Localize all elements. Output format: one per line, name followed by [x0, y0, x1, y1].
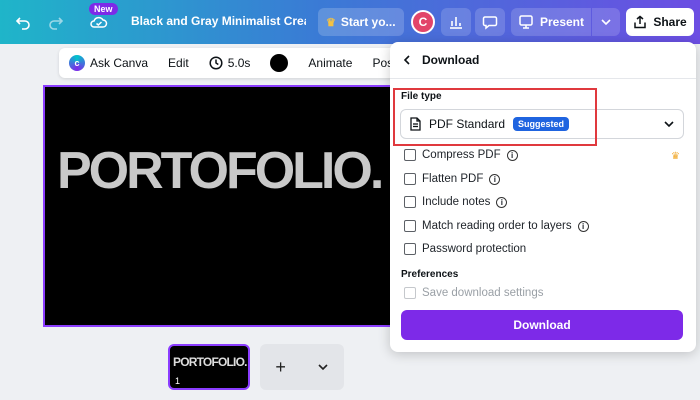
save-settings-label: Save download settings: [422, 287, 544, 299]
new-badge: New: [89, 3, 118, 15]
info-icon[interactable]: i: [496, 196, 508, 208]
compress-pdf-option[interactable]: Compress PDF i: [404, 149, 518, 161]
flatten-pdf-option[interactable]: Flatten PDF i: [404, 173, 501, 185]
avatar[interactable]: C: [411, 10, 435, 34]
bar-chart-icon: [450, 17, 462, 29]
back-arrow-icon[interactable]: [402, 55, 412, 65]
preferences-label: Preferences: [401, 269, 459, 280]
password-option[interactable]: Password protection: [404, 243, 526, 255]
info-icon[interactable]: i: [577, 220, 589, 232]
page-number: 1: [175, 376, 181, 386]
ask-canva-label: Ask Canva: [90, 56, 149, 70]
include-notes-option[interactable]: Include notes i: [404, 196, 508, 208]
download-panel-header[interactable]: Download: [402, 53, 479, 67]
canvas-title-text[interactable]: PORTOFOLIO.: [57, 141, 384, 201]
panel-title: Download: [422, 53, 480, 67]
crown-icon: ♛: [326, 16, 336, 29]
animate-label: Animate: [308, 56, 353, 70]
present-icon: [519, 15, 533, 29]
duration-button[interactable]: 5.0s: [199, 48, 261, 78]
highlight-box: [393, 88, 597, 146]
include-notes-checkbox[interactable]: [404, 196, 416, 208]
color-swatch: [270, 54, 289, 72]
start-trial-label: Start yo...: [340, 15, 396, 29]
edit-label: Edit: [168, 56, 189, 70]
page-thumbnail[interactable]: PORTOFOLIO. 1: [168, 344, 250, 390]
background-color-button[interactable]: [260, 48, 298, 78]
crown-icon: ♛: [671, 151, 680, 162]
reading-order-label: Match reading order to layers: [422, 220, 572, 232]
download-panel: Download File type PDF Standard Suggeste…: [390, 42, 696, 352]
include-notes-label: Include notes: [422, 196, 491, 208]
chevron-down-icon: [664, 121, 674, 128]
clock-icon: [209, 56, 223, 70]
design-canvas[interactable]: PORTOFOLIO.: [43, 85, 407, 327]
animate-button[interactable]: Animate: [298, 48, 362, 78]
ask-canva-button[interactable]: c Ask Canva: [59, 48, 158, 78]
editor-toolbar: c Ask Canva Edit 5.0s Animate Posi: [59, 48, 399, 78]
reading-order-checkbox[interactable]: [404, 220, 416, 232]
redo-icon[interactable]: [45, 11, 67, 33]
info-icon[interactable]: i: [489, 173, 501, 185]
add-page-button[interactable]: +: [260, 344, 344, 390]
comments-button[interactable]: [475, 8, 505, 36]
compress-pdf-checkbox[interactable]: [404, 149, 416, 161]
present-label: Present: [539, 15, 585, 29]
divider: [390, 78, 696, 79]
chevron-down-icon[interactable]: [317, 361, 329, 373]
canva-logo-icon: c: [69, 55, 85, 71]
compress-pdf-label: Compress PDF: [422, 149, 501, 161]
save-settings-checkbox: [404, 287, 416, 299]
info-icon[interactable]: i: [506, 149, 518, 161]
password-label: Password protection: [422, 243, 527, 255]
top-bar: New Black and Gray Minimalist Creat... ♛…: [0, 0, 700, 44]
duration-label: 5.0s: [227, 56, 251, 70]
thumbnail-title: PORTOFOLIO.: [173, 355, 247, 369]
comment-icon: [482, 16, 498, 30]
download-button[interactable]: Download: [401, 310, 683, 340]
upload-icon: [634, 15, 647, 29]
insights-button[interactable]: [441, 8, 471, 36]
document-title[interactable]: Black and Gray Minimalist Creat...: [131, 14, 306, 28]
present-options-button[interactable]: [592, 8, 620, 36]
share-button[interactable]: Share: [626, 8, 694, 36]
present-button[interactable]: Present: [511, 8, 591, 36]
chevron-down-icon: [601, 19, 611, 26]
undo-icon[interactable]: [12, 11, 34, 33]
flatten-pdf-label: Flatten PDF: [422, 173, 484, 185]
password-checkbox[interactable]: [404, 243, 416, 255]
reading-order-option[interactable]: Match reading order to layers i: [404, 220, 589, 232]
save-settings-option: Save download settings: [404, 287, 543, 299]
share-label: Share: [653, 15, 687, 29]
edit-button[interactable]: Edit: [158, 48, 199, 78]
flatten-pdf-checkbox[interactable]: [404, 173, 416, 185]
plus-icon: +: [275, 356, 286, 377]
start-trial-button[interactable]: ♛ Start yo...: [318, 8, 404, 36]
